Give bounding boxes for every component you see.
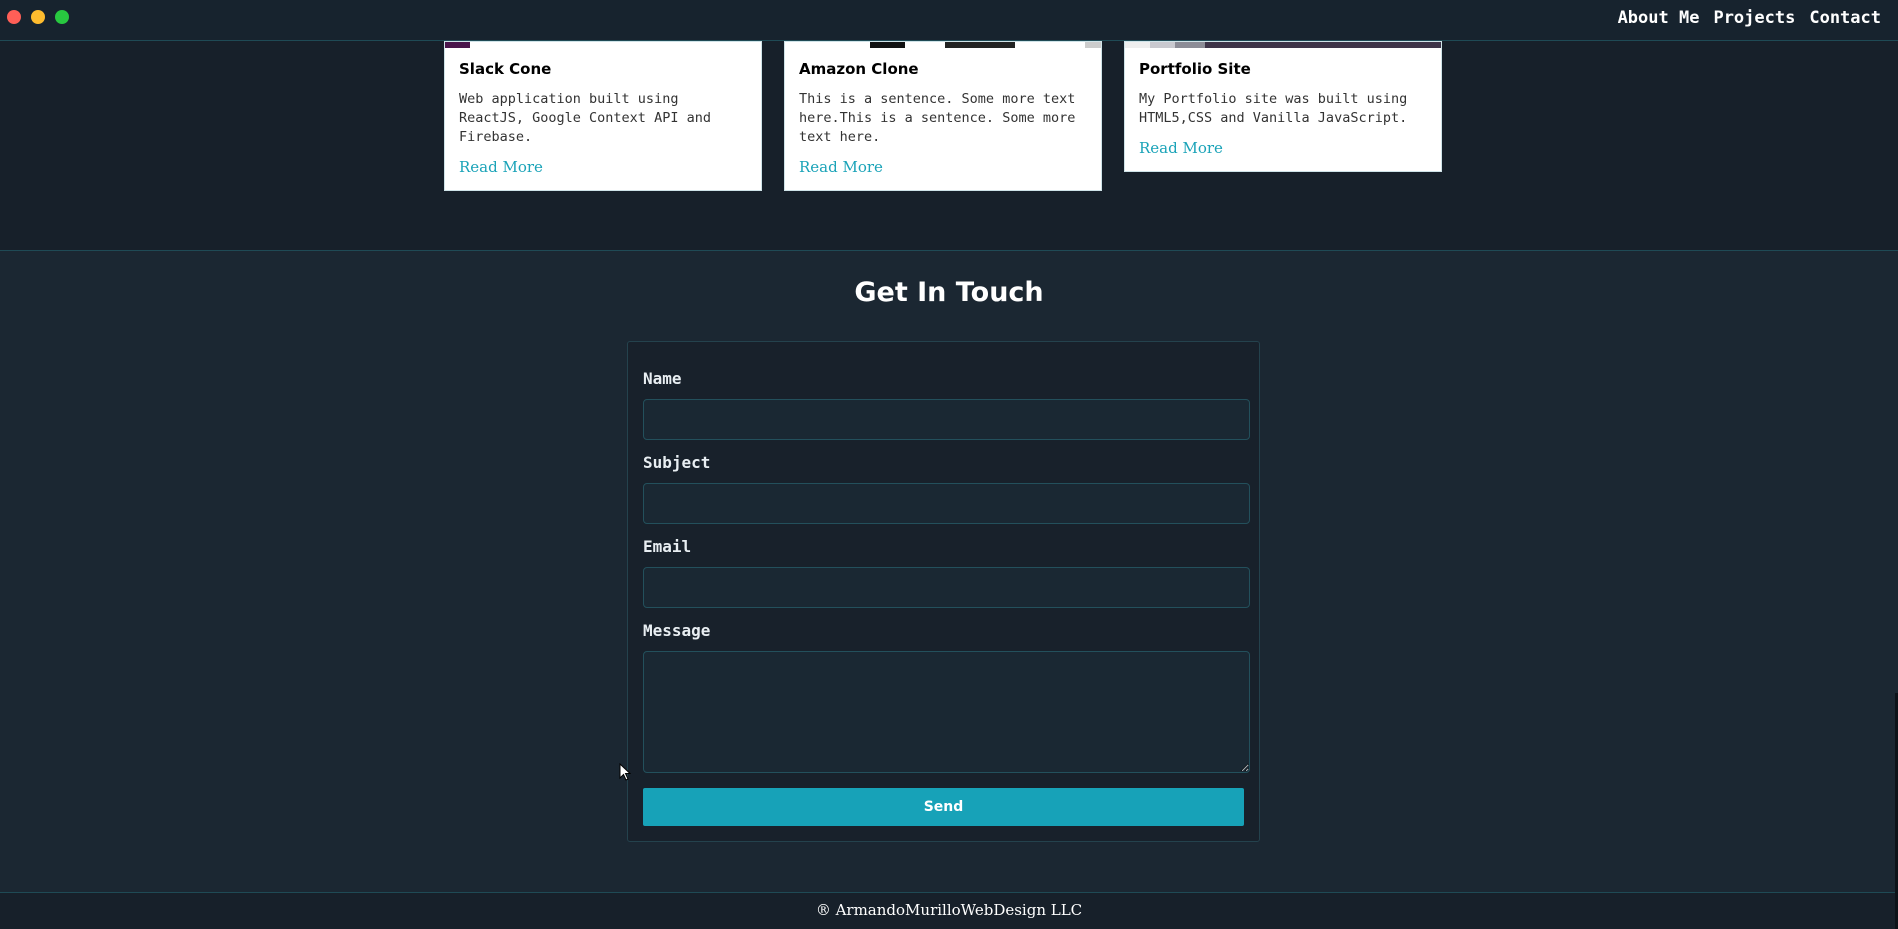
maximize-window-icon[interactable] <box>55 10 69 24</box>
contact-form: Name Subject Email Message Send <box>627 341 1260 842</box>
project-title: Amazon Clone <box>799 60 919 78</box>
message-textarea[interactable] <box>643 651 1250 773</box>
project-card-portfolio-site: Portfolio Site My Portfolio site was bui… <box>1124 41 1442 172</box>
subject-input[interactable] <box>643 483 1250 524</box>
project-description: This is a sentence. Some more text here.… <box>799 91 1076 145</box>
footer: ® ArmandoMurilloWebDesign LLC <box>0 892 1898 929</box>
project-card-amazon-clone: Amazon Clone This is a sentence. Some mo… <box>784 41 1102 191</box>
contact-section: Get In Touch Name Subject Email Message … <box>0 251 1898 892</box>
projects-section: Slack Cone Web application built using R… <box>0 41 1898 251</box>
project-card-slack-cone: Slack Cone Web application built using R… <box>444 41 762 191</box>
read-more-link[interactable]: Read More <box>799 158 883 176</box>
window-controls <box>7 10 69 24</box>
name-input[interactable] <box>643 399 1250 440</box>
name-label: Name <box>643 369 682 388</box>
read-more-link[interactable]: Read More <box>1139 139 1223 157</box>
page-scrollbar[interactable] <box>1892 41 1898 929</box>
nav-link-contact[interactable]: Contact <box>1809 7 1881 29</box>
project-description: My Portfolio site was built using HTML5,… <box>1139 91 1408 126</box>
email-label: Email <box>643 537 692 556</box>
nav-link-projects[interactable]: Projects <box>1713 7 1795 29</box>
main-nav: About Me Projects Contact <box>1618 7 1881 29</box>
close-window-icon[interactable] <box>7 10 21 24</box>
project-description: Web application built using ReactJS, Goo… <box>459 91 711 145</box>
send-button[interactable]: Send <box>643 788 1244 826</box>
nav-link-about-me[interactable]: About Me <box>1618 7 1700 29</box>
minimize-window-icon[interactable] <box>31 10 45 24</box>
read-more-link[interactable]: Read More <box>459 158 543 176</box>
mouse-pointer-icon <box>619 763 631 781</box>
footer-copyright: ® ArmandoMurilloWebDesign LLC <box>815 901 1083 919</box>
subject-label: Subject <box>643 453 711 472</box>
email-input[interactable] <box>643 567 1250 608</box>
top-navigation-bar: About Me Projects Contact <box>0 0 1898 41</box>
message-label: Message <box>643 621 711 640</box>
contact-heading: Get In Touch <box>854 277 1044 308</box>
project-title: Slack Cone <box>459 60 552 78</box>
project-title: Portfolio Site <box>1139 60 1251 78</box>
